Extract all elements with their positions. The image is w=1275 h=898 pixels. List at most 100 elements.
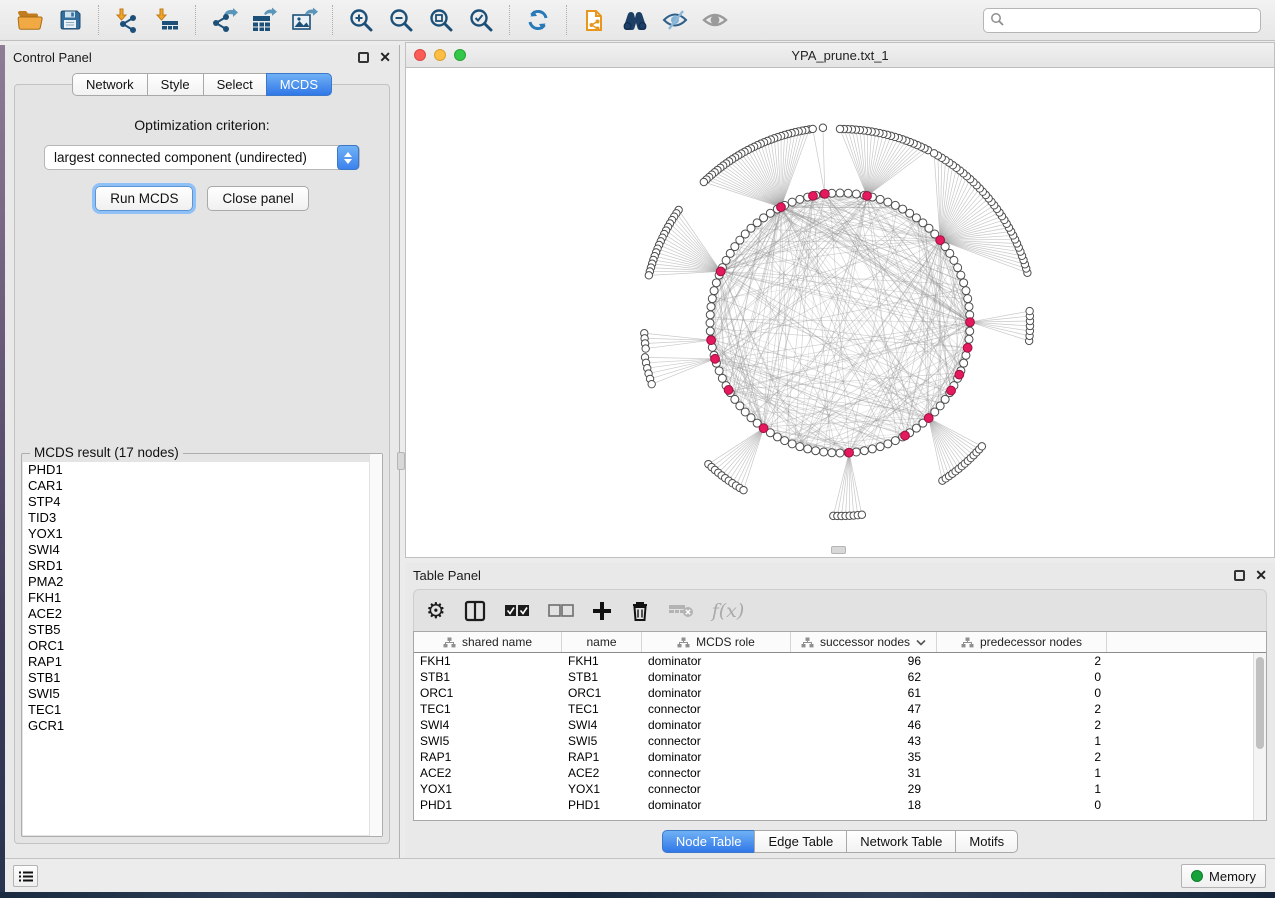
gear-icon[interactable]: ⚙	[426, 596, 446, 626]
run-mcds-button[interactable]: Run MCDS	[95, 186, 193, 211]
export-image-button[interactable]	[287, 3, 321, 37]
table-cell[interactable]: ORC1	[414, 685, 562, 701]
share-document-button[interactable]	[578, 3, 612, 37]
table-cell[interactable]	[1107, 765, 1266, 781]
table-cell[interactable]: 96	[791, 653, 937, 669]
mcds-result-item[interactable]: GCR1	[23, 718, 381, 734]
show-task-history-button[interactable]	[13, 865, 38, 887]
table-cell[interactable]: TEC1	[562, 701, 642, 717]
table-cell[interactable]: 2	[937, 701, 1107, 717]
table-cell[interactable]: dominator	[642, 717, 791, 733]
deselect-all-icon[interactable]	[548, 596, 574, 626]
select-all-icon[interactable]	[504, 596, 530, 626]
table-row[interactable]: YOX1YOX1connector291	[414, 781, 1266, 797]
table-cell[interactable]: SWI4	[414, 717, 562, 733]
column-header-name[interactable]: name	[562, 632, 642, 652]
table-row[interactable]: RAP1RAP1dominator352	[414, 749, 1266, 765]
table-cell[interactable]: 46	[791, 717, 937, 733]
table-cell[interactable]: dominator	[642, 669, 791, 685]
close-panel-button[interactable]: Close panel	[207, 186, 308, 211]
mcds-result-item[interactable]: PMA2	[23, 574, 381, 590]
table-row[interactable]: ORC1ORC1dominator610	[414, 685, 1266, 701]
table-cell[interactable]: ORC1	[562, 685, 642, 701]
mcds-result-item[interactable]: SRD1	[23, 558, 381, 574]
table-cell[interactable]: ACE2	[562, 765, 642, 781]
table-cell[interactable]: 2	[937, 717, 1107, 733]
column-header-MCDS-role[interactable]: MCDS role	[642, 632, 791, 652]
mcds-result-item[interactable]: STB1	[23, 670, 381, 686]
table-cell[interactable]: TEC1	[414, 701, 562, 717]
show-columns-icon[interactable]	[464, 596, 486, 626]
table-cell[interactable]	[1107, 685, 1266, 701]
hide-selected-button[interactable]	[658, 3, 692, 37]
table-cell[interactable]: dominator	[642, 749, 791, 765]
table-cell[interactable]: dominator	[642, 797, 791, 813]
table-cell[interactable]: FKH1	[562, 653, 642, 669]
table-row[interactable]: SWI4SWI4dominator462	[414, 717, 1266, 733]
table-cell[interactable]	[1107, 717, 1266, 733]
table-cell[interactable]: 35	[791, 749, 937, 765]
table-row[interactable]: ACE2ACE2connector311	[414, 765, 1266, 781]
mcds-result-item[interactable]: SWI5	[23, 686, 381, 702]
table-cell[interactable]: STB1	[414, 669, 562, 685]
table-cell[interactable]: 31	[791, 765, 937, 781]
zoom-fit-button[interactable]	[424, 3, 458, 37]
column-header-shared-name[interactable]: shared name	[414, 632, 562, 652]
table-cell[interactable]: STB1	[562, 669, 642, 685]
table-cell[interactable]: PHD1	[562, 797, 642, 813]
table-cell[interactable]: 18	[791, 797, 937, 813]
add-column-icon[interactable]	[592, 596, 612, 626]
table-cell[interactable]: YOX1	[414, 781, 562, 797]
mcds-result-item[interactable]: ORC1	[23, 638, 381, 654]
table-cell[interactable]	[1107, 669, 1266, 685]
mcds-result-item[interactable]: TEC1	[23, 702, 381, 718]
network-canvas[interactable]	[406, 68, 1274, 557]
table-cell[interactable]: 0	[937, 797, 1107, 813]
table-cell[interactable]	[1107, 797, 1266, 813]
tab-motifs[interactable]: Motifs	[955, 830, 1018, 853]
table-cell[interactable]: RAP1	[414, 749, 562, 765]
table-cell[interactable]: 29	[791, 781, 937, 797]
float-window-icon[interactable]	[1234, 570, 1245, 581]
table-row[interactable]: STB1STB1dominator620	[414, 669, 1266, 685]
table-scrollbar-thumb[interactable]	[1256, 657, 1264, 749]
zoom-selected-button[interactable]	[464, 3, 498, 37]
tab-mcds[interactable]: MCDS	[266, 73, 332, 96]
zoom-out-button[interactable]	[384, 3, 418, 37]
table-cell[interactable]: 62	[791, 669, 937, 685]
table-scrollbar[interactable]	[1253, 653, 1266, 820]
open-file-button[interactable]	[13, 3, 47, 37]
memory-button[interactable]: Memory	[1181, 864, 1266, 888]
table-row[interactable]: FKH1FKH1dominator962	[414, 653, 1266, 669]
table-row[interactable]: TEC1TEC1connector472	[414, 701, 1266, 717]
table-cell[interactable]: 2	[937, 653, 1107, 669]
export-table-button[interactable]	[247, 3, 281, 37]
column-header-successor-nodes[interactable]: successor nodes	[791, 632, 937, 652]
mcds-result-scrollbar[interactable]	[369, 454, 382, 836]
mcds-result-item[interactable]: SWI4	[23, 542, 381, 558]
search-network-button[interactable]	[618, 3, 652, 37]
table-cell[interactable]: connector	[642, 781, 791, 797]
tab-network[interactable]: Network	[72, 73, 148, 96]
mcds-result-item[interactable]: TID3	[23, 510, 381, 526]
column-header-predecessor-nodes[interactable]: predecessor nodes	[937, 632, 1107, 652]
table-cell[interactable]: 1	[937, 765, 1107, 781]
zoom-in-button[interactable]	[344, 3, 378, 37]
close-panel-icon[interactable]: ✕	[1255, 570, 1267, 581]
mcds-result-item[interactable]: STB5	[23, 622, 381, 638]
tab-node-table[interactable]: Node Table	[662, 830, 756, 853]
show-all-button[interactable]	[698, 3, 732, 37]
mcds-result-item[interactable]: YOX1	[23, 526, 381, 542]
export-network-button[interactable]	[207, 3, 241, 37]
import-table-button[interactable]	[150, 3, 184, 37]
tab-network-table[interactable]: Network Table	[846, 830, 956, 853]
table-cell[interactable]: 1	[937, 781, 1107, 797]
table-cell[interactable]: 2	[937, 749, 1107, 765]
tab-style[interactable]: Style	[147, 73, 204, 96]
table-cell[interactable]: YOX1	[562, 781, 642, 797]
table-cell[interactable]: connector	[642, 701, 791, 717]
table-cell[interactable]	[1107, 749, 1266, 765]
table-row[interactable]: SWI5SWI5connector431	[414, 733, 1266, 749]
mcds-result-item[interactable]: STP4	[23, 494, 381, 510]
table-cell[interactable]: dominator	[642, 685, 791, 701]
